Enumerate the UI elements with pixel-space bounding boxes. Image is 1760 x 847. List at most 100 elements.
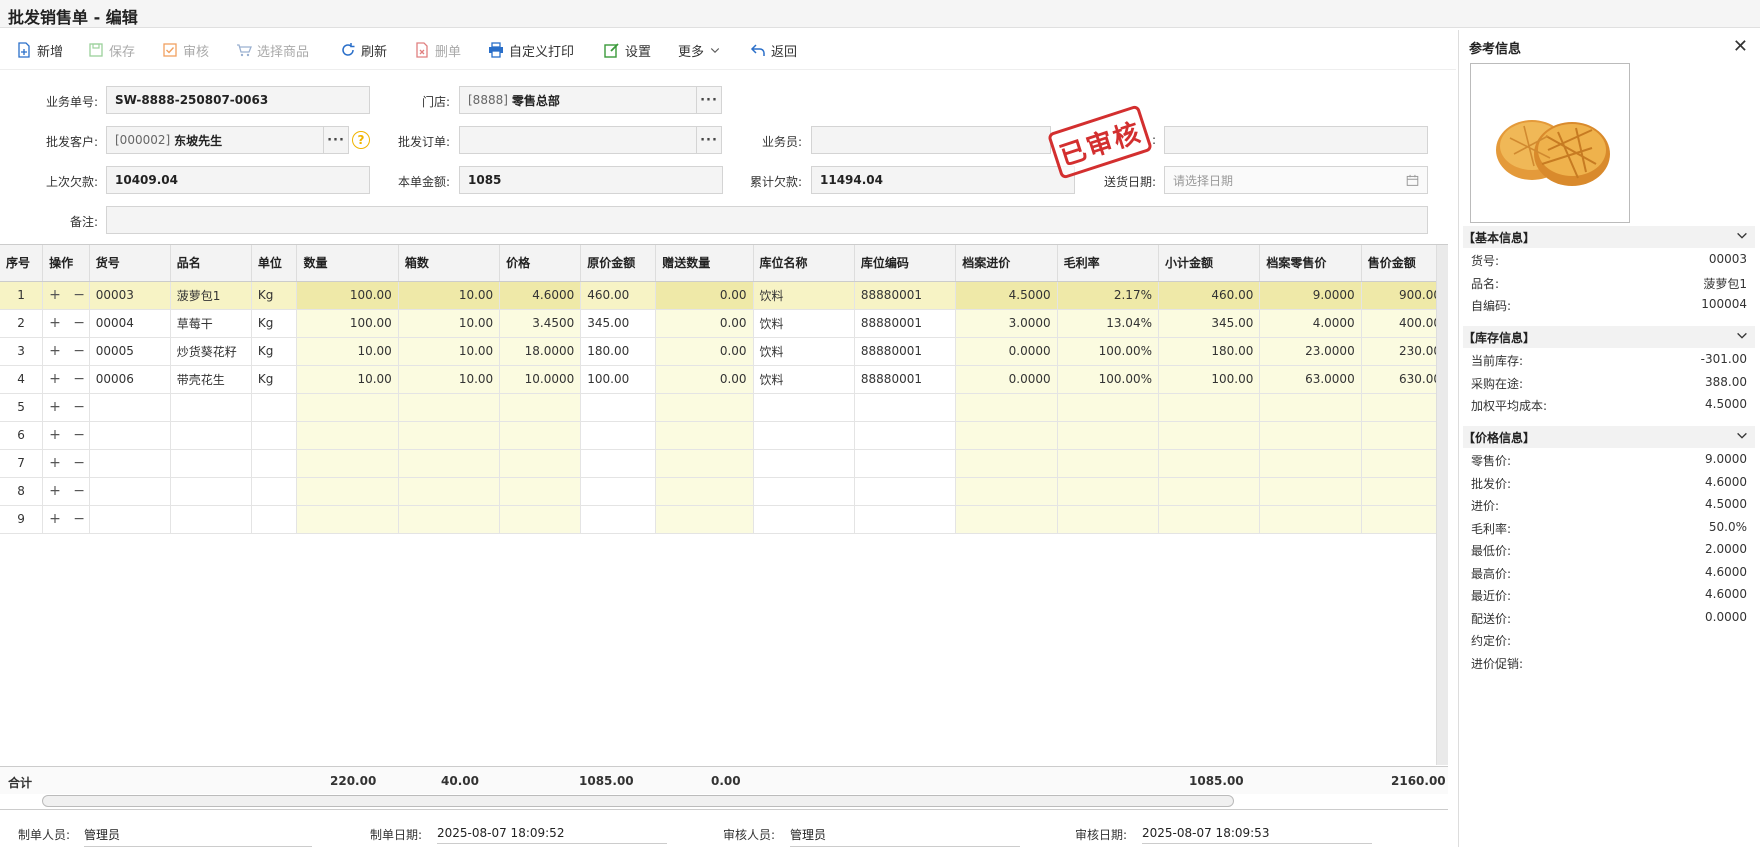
order-field[interactable] — [459, 126, 699, 154]
cell-empty[interactable] — [753, 505, 855, 534]
cell-unit[interactable]: Kg — [251, 365, 298, 394]
cell-empty[interactable] — [854, 393, 957, 422]
table-row[interactable]: 1 + −00003 菠萝包1 Kg 100.00 10.00 4.6000 460.00 0.… — [0, 281, 1448, 310]
cell-empty[interactable] — [1158, 421, 1261, 450]
cell-seq[interactable]: 9 — [0, 505, 44, 534]
cell-margin[interactable]: 100.00% — [1057, 365, 1159, 394]
cell-empty[interactable] — [1259, 477, 1362, 506]
cell-empty[interactable] — [398, 505, 501, 534]
cell-empty[interactable] — [655, 449, 754, 478]
col-header[interactable]: 品名 — [170, 245, 252, 282]
cell-name[interactable]: 菠萝包1 — [170, 281, 252, 310]
cell-loc-code[interactable]: 88880001 — [854, 337, 957, 366]
cell-empty[interactable] — [398, 477, 501, 506]
col-header[interactable]: 毛利率 — [1057, 245, 1159, 282]
cell-empty[interactable] — [580, 477, 657, 506]
cell-empty[interactable] — [854, 477, 957, 506]
cell-empty[interactable] — [753, 449, 855, 478]
cell-empty[interactable] — [955, 449, 1058, 478]
cell-price[interactable]: 18.0000 — [499, 337, 582, 366]
amount-field[interactable]: 1085 — [459, 166, 723, 194]
cell-empty[interactable] — [251, 477, 298, 506]
cell-empty[interactable] — [1057, 421, 1159, 450]
cell-seq[interactable]: 4 — [0, 365, 44, 394]
row-add-remove-ops[interactable]: + − — [42, 337, 90, 366]
cell-loc-name[interactable]: 饮料 — [753, 281, 855, 310]
cell-empty[interactable] — [1259, 421, 1362, 450]
cell-empty[interactable] — [89, 421, 171, 450]
cell-empty[interactable] — [296, 505, 399, 534]
cell-cost[interactable]: 0.0000 — [955, 337, 1058, 366]
extra-field[interactable] — [1164, 126, 1428, 154]
stock-info-section[interactable]: 【库存信息】 — [1463, 326, 1755, 348]
close-icon[interactable]: ✕ — [1733, 36, 1748, 57]
col-header[interactable]: 箱数 — [398, 245, 501, 282]
col-header[interactable]: 单位 — [251, 245, 298, 282]
col-header[interactable]: 数量 — [296, 245, 399, 282]
table-row[interactable]: 4 + −00006 带壳花生 Kg 10.00 10.00 10.0000 100.00 0.… — [0, 365, 1448, 394]
audit-button[interactable]: 审核 — [162, 40, 209, 60]
cell-price[interactable]: 3.4500 — [499, 309, 582, 338]
col-header[interactable]: 库位名称 — [753, 245, 855, 282]
cell-name[interactable]: 带壳花生 — [170, 365, 252, 394]
cell-empty[interactable] — [1158, 477, 1261, 506]
cell-loc-code[interactable]: 88880001 — [854, 365, 957, 394]
cell-subtotal[interactable]: 100.00 — [1158, 365, 1261, 394]
cell-empty[interactable] — [251, 505, 298, 534]
table-row[interactable]: 9 + − — [0, 505, 1448, 534]
col-header[interactable]: 价格 — [499, 245, 582, 282]
select-goods-button[interactable]: 选择商品 — [236, 40, 309, 60]
cell-qty[interactable]: 100.00 — [296, 281, 399, 310]
delete-button[interactable]: 删单 — [414, 40, 461, 60]
cell-empty[interactable] — [296, 393, 399, 422]
cell-empty[interactable] — [1057, 505, 1159, 534]
col-header[interactable]: 档案零售价 — [1259, 245, 1362, 282]
cell-seq[interactable]: 1 — [0, 281, 44, 310]
settings-button[interactable]: 设置 — [604, 40, 651, 60]
cell-code[interactable]: 00004 — [89, 309, 171, 338]
cell-empty[interactable] — [955, 393, 1058, 422]
col-header[interactable]: 操作 — [42, 245, 90, 282]
last-debt-field[interactable]: 10409.04 — [106, 166, 370, 194]
cell-empty[interactable] — [1057, 477, 1159, 506]
cell-margin[interactable]: 13.04% — [1057, 309, 1159, 338]
cell-empty[interactable] — [170, 477, 252, 506]
col-header[interactable]: 库位编码 — [854, 245, 957, 282]
cell-qty[interactable]: 10.00 — [296, 337, 399, 366]
cell-empty[interactable] — [854, 449, 957, 478]
cell-empty[interactable] — [89, 477, 171, 506]
col-header[interactable]: 售价金额 — [1361, 245, 1448, 282]
cell-empty[interactable] — [499, 421, 582, 450]
cell-empty[interactable] — [251, 449, 298, 478]
new-button[interactable]: 新增 — [16, 40, 63, 60]
col-header[interactable]: 货号 — [89, 245, 171, 282]
cell-empty[interactable] — [296, 477, 399, 506]
cell-boxes[interactable]: 10.00 — [398, 337, 501, 366]
cell-empty[interactable] — [1057, 393, 1159, 422]
cell-empty[interactable] — [398, 421, 501, 450]
col-header[interactable]: 小计金额 — [1158, 245, 1261, 282]
cell-margin[interactable]: 2.17% — [1057, 281, 1159, 310]
cell-empty[interactable] — [1057, 449, 1159, 478]
cell-boxes[interactable]: 10.00 — [398, 309, 501, 338]
cell-loc-code[interactable]: 88880001 — [854, 281, 957, 310]
store-field[interactable]: [8888] 零售总部 — [459, 86, 699, 114]
cell-sale-amt[interactable]: 900.00 — [1361, 281, 1448, 310]
row-add-remove-ops[interactable]: + − — [42, 505, 90, 534]
salesman-field[interactable] — [811, 126, 1051, 154]
cell-empty[interactable] — [296, 449, 399, 478]
row-add-remove-ops[interactable]: + − — [42, 365, 90, 394]
more-menu-button[interactable]: 更多 — [678, 40, 721, 60]
cell-empty[interactable] — [1158, 505, 1261, 534]
row-add-remove-ops[interactable]: + − — [42, 421, 90, 450]
cell-gift[interactable]: 0.00 — [655, 309, 754, 338]
cell-empty[interactable] — [499, 393, 582, 422]
table-row[interactable]: 6 + − — [0, 421, 1448, 450]
cell-seq[interactable]: 7 — [0, 449, 44, 478]
col-header[interactable]: 序号 — [0, 245, 44, 282]
cell-seq[interactable]: 3 — [0, 337, 44, 366]
table-row[interactable]: 5 + − — [0, 393, 1448, 422]
col-header[interactable]: 赠送数量 — [655, 245, 754, 282]
table-row[interactable]: 7 + − — [0, 449, 1448, 478]
cell-retail[interactable]: 63.0000 — [1259, 365, 1362, 394]
